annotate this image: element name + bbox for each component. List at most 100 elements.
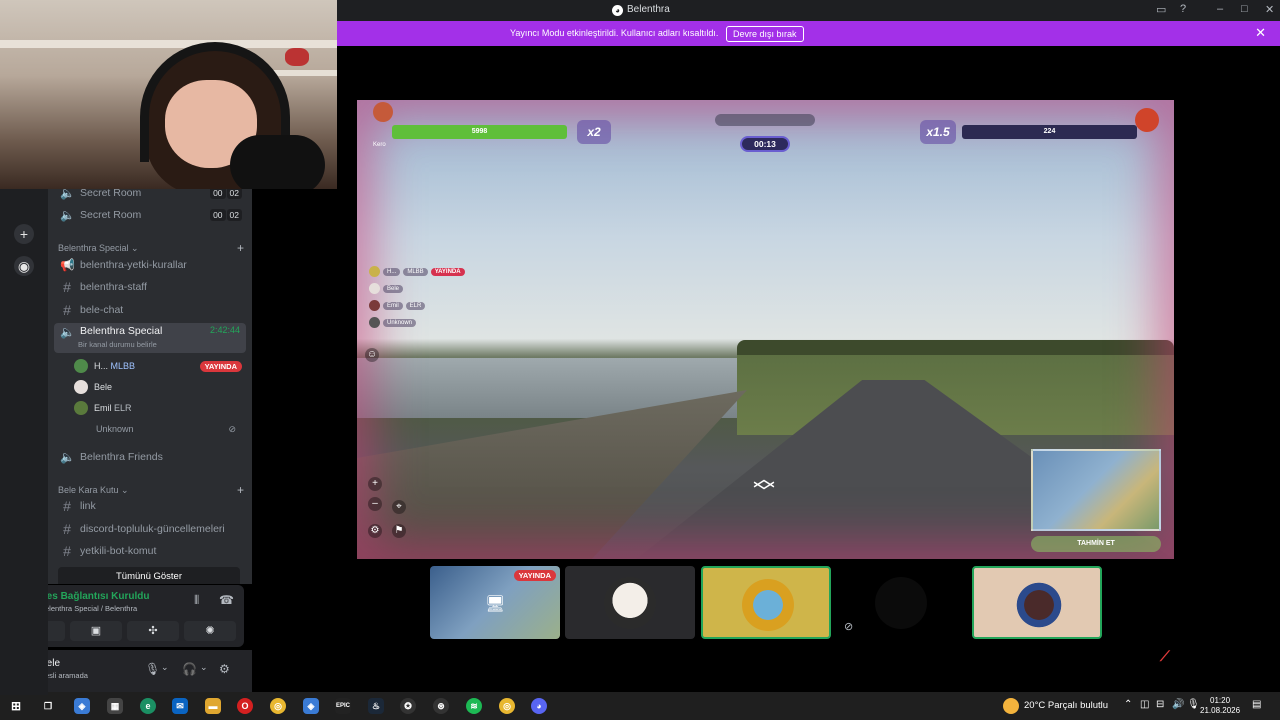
move-arrows[interactable]: ︿ ﹀ xyxy=(749,468,779,504)
voice-user[interactable]: Bele xyxy=(74,378,242,396)
copilot-icon[interactable]: ◈ xyxy=(74,698,90,714)
game-stream[interactable]: 5998 Kero x2 00:13 x1.5 224 H... MLBB YA… xyxy=(357,100,1174,559)
deafened-icon: ⊘ xyxy=(844,621,854,633)
weather-text[interactable]: 20°C Parçalı bulutlu xyxy=(1024,700,1108,711)
headphones-icon[interactable]: 🎧 xyxy=(182,662,197,676)
add-channel-icon[interactable]: + xyxy=(237,483,244,497)
app-icon[interactable]: ⊛ xyxy=(433,698,449,714)
emote-icon[interactable]: ☺ xyxy=(365,348,379,362)
avatar xyxy=(74,401,88,415)
settings-gear-icon[interactable]: ⚙ xyxy=(368,524,382,538)
voice-channel-secret-room[interactable]: 🔈 Secret Room 00 02 xyxy=(54,189,246,203)
voice-user[interactable]: H... MLBB YAYINDA xyxy=(74,357,242,375)
multiplier-left: x2 xyxy=(577,120,611,144)
chevron-down-icon[interactable]: ⌄ xyxy=(200,662,208,673)
voice-user[interactable]: Unknown ⊘ xyxy=(74,420,242,438)
activities-button[interactable]: ✣ xyxy=(127,621,179,641)
task-view-icon[interactable]: ❐ xyxy=(40,698,56,714)
help-icon[interactable]: ? xyxy=(1180,3,1186,15)
guess-minimap[interactable] xyxy=(1031,449,1161,531)
channel-status-hint[interactable]: Bir kanal durumu belirle xyxy=(78,340,157,349)
hash-icon: # xyxy=(63,498,71,514)
channel-bele-chat[interactable]: # bele-chat xyxy=(54,300,246,320)
store-icon[interactable]: ▦ xyxy=(107,698,123,714)
user-limit: 00 02 xyxy=(210,189,242,199)
disable-button[interactable]: Devre dışı bırak xyxy=(726,26,804,42)
voice-channel-friends[interactable]: 🔈 Belenthra Friends xyxy=(54,447,246,467)
edge-icon[interactable]: e xyxy=(140,698,156,714)
screen-share-icon: 🖥 xyxy=(485,596,506,613)
settings-gear-icon[interactable]: ⚙ xyxy=(219,662,230,676)
avatar xyxy=(1013,579,1065,631)
disconnect-icon[interactable]: ☎ xyxy=(219,593,234,607)
add-channel-icon[interactable]: + xyxy=(237,241,244,255)
player-avatar xyxy=(373,102,393,122)
discover-icon[interactable]: ◉ xyxy=(14,256,34,276)
call-duration: 2:42:44 xyxy=(209,325,240,335)
guess-button[interactable]: TAHMİN ET xyxy=(1031,536,1161,552)
file-explorer-icon[interactable]: ▬ xyxy=(205,698,221,714)
chrome-icon[interactable]: ◎ xyxy=(499,698,515,714)
soundboard-button[interactable]: ✺ xyxy=(184,621,236,641)
channel-name: Belenthra Special xyxy=(80,325,163,337)
minimize-icon[interactable]: – xyxy=(1217,3,1223,15)
opera-icon[interactable]: O xyxy=(237,698,253,714)
discord-icon[interactable]: ◕ xyxy=(531,698,547,714)
spotify-icon[interactable]: ≋ xyxy=(466,698,482,714)
close-icon[interactable]: ✕ xyxy=(1265,3,1274,16)
microphone-icon[interactable]: 🎙 xyxy=(145,662,160,676)
show-all-button[interactable]: Tümünü Göster xyxy=(58,567,240,584)
windows-start-icon[interactable]: ⊞ xyxy=(8,698,24,714)
voice-location[interactable]: Belenthra Special / Belenthra xyxy=(40,604,137,613)
inbox-icon[interactable]: ▭ xyxy=(1156,3,1166,16)
speaker-icon: 🔈 xyxy=(60,325,75,339)
notifications-icon[interactable]: ▤ xyxy=(1252,699,1261,710)
steam-icon[interactable]: ♨ xyxy=(368,698,384,714)
participant-tile-speaking[interactable] xyxy=(701,566,831,639)
voice-channel-secret-room[interactable]: 🔈 Secret Room 00 02 xyxy=(54,205,246,225)
screen-share-button[interactable]: ▣ xyxy=(70,621,122,641)
participant-tile-speaking[interactable] xyxy=(972,566,1102,639)
location-pin-icon[interactable]: ⌖ xyxy=(392,500,406,514)
user-tag: MLBB xyxy=(110,361,136,371)
clock[interactable]: 01:20 21.08.2026 xyxy=(1200,696,1240,716)
volume-icon[interactable]: 🔊 xyxy=(1172,699,1184,710)
zoom-out-icon[interactable]: – xyxy=(368,497,382,511)
channel-staff[interactable]: # belenthra-staff xyxy=(54,277,246,297)
epic-games-icon[interactable]: EPIC xyxy=(335,698,351,714)
discord-logo-icon: ◕ xyxy=(612,5,623,16)
background-shelf xyxy=(0,40,337,48)
server-rail: + ◉ xyxy=(0,189,48,695)
participant-tile[interactable] xyxy=(565,566,695,639)
chevron-up-icon[interactable]: ⌃ xyxy=(1124,699,1132,710)
zoom-in-icon[interactable]: + xyxy=(368,477,382,491)
player-name: Kero xyxy=(373,142,386,148)
category-belenthra-special[interactable]: Belenthra Special ⌄ + xyxy=(58,241,244,255)
category-bele-kara-kutu[interactable]: Bele Kara Kutu ⌄ + xyxy=(58,483,244,497)
channel-name: bele-chat xyxy=(80,304,124,316)
close-banner-icon[interactable]: ✕ xyxy=(1255,25,1266,41)
chevron-down-icon[interactable]: ⌄ xyxy=(161,662,169,673)
voice-channel-active[interactable]: 🔈 Belenthra Special 2:42:44 Bir kanal du… xyxy=(54,323,246,353)
live-badge: YAYINDA xyxy=(199,360,242,372)
chrome-icon[interactable]: ◎ xyxy=(270,698,286,714)
channel-bot-komut[interactable]: # yetkili-bot-komut xyxy=(54,541,246,561)
watermark-logo: ⟋ xyxy=(1160,648,1170,664)
stream-tile-screen-share[interactable]: 🖥 YAYINDA xyxy=(430,566,560,639)
copilot-icon[interactable]: ◈ xyxy=(303,698,319,714)
channel-discord-updates[interactable]: # discord-topluluk-güncellemeleri xyxy=(54,519,246,539)
channel-link[interactable]: # link xyxy=(54,496,246,516)
app-icon[interactable]: ✪ xyxy=(400,698,416,714)
add-server-icon[interactable]: + xyxy=(14,224,34,244)
participant-tile-muted[interactable]: ⊘ xyxy=(836,566,966,639)
flag-icon[interactable]: ⚑ xyxy=(392,524,406,538)
maximize-icon[interactable]: □ xyxy=(1241,3,1248,15)
channel-yetki-kurallar[interactable]: 📢 belenthra-yetki-kurallar xyxy=(54,255,246,275)
mail-icon[interactable]: ✉ xyxy=(172,698,188,714)
network-icon[interactable]: ⊟ xyxy=(1156,699,1164,710)
voice-user[interactable]: Emil ELR xyxy=(74,399,242,417)
tray-app-icon[interactable]: ◫ xyxy=(1140,699,1149,710)
speaker-icon: 🔈 xyxy=(60,450,75,464)
noise-suppression-icon[interactable]: ⦀ xyxy=(194,593,199,608)
microphone-icon[interactable]: 🎙 xyxy=(1187,699,1200,710)
